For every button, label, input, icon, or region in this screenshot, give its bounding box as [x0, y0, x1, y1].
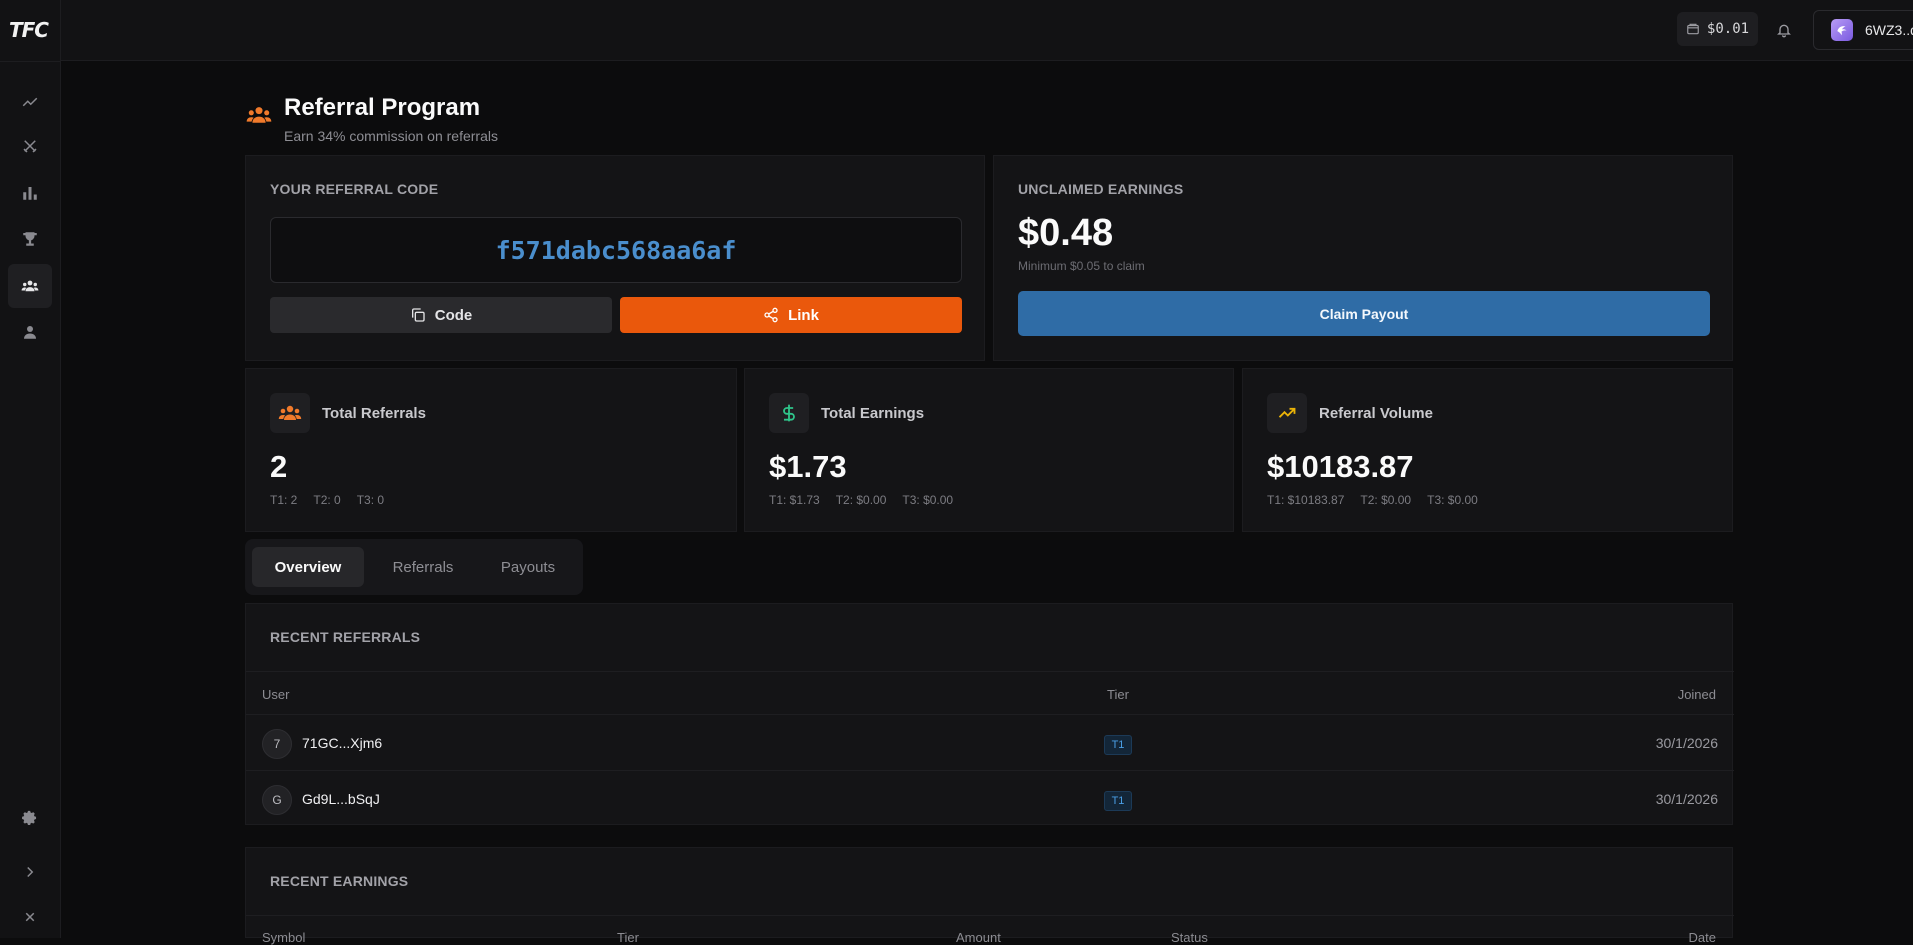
trending-up-icon: [1267, 393, 1307, 433]
stat-card-referral-volume: Referral Volume $10183.87 T1: $10183.87 T…: [1242, 368, 1733, 532]
recent-earnings-card: RECENT EARNINGS Symbol Tier Amount Statu…: [245, 847, 1734, 945]
column-header-tier: Tier: [1107, 687, 1129, 702]
stat-breakdown: T1: $10183.87 T2: $0.00 T3: $0.00: [1267, 493, 1494, 507]
users-icon: [21, 280, 39, 292]
stat-label: Total Earnings: [821, 405, 925, 422]
column-header-joined: Joined: [1677, 687, 1716, 702]
minimum-claim-note: Minimum $0.05 to claim: [1018, 259, 1145, 273]
users-icon: [246, 107, 272, 123]
sidebar-close-button[interactable]: [8, 895, 52, 939]
stat-card-total-earnings: Total Earnings $1.73 T1: $1.73 T2: $0.00 T…: [744, 368, 1234, 532]
column-header-user: User: [262, 687, 290, 702]
page-title: Referral Program: [284, 94, 481, 121]
referral-user: Gd9L...bSqJ: [302, 791, 380, 807]
claim-payout-button[interactable]: Claim Payout: [1018, 291, 1710, 336]
bar-chart-icon: [23, 187, 37, 200]
copy-code-button[interactable]: Code: [270, 297, 612, 333]
divider: [246, 915, 1734, 916]
page-subtitle: Earn 34% commission on referrals: [284, 128, 498, 144]
wallet-button[interactable]: 6WZ3..qVaU: [1813, 10, 1913, 50]
stat-t3: T3: $0.00: [1427, 493, 1478, 507]
notifications-button[interactable]: [1772, 18, 1796, 42]
stat-t2: T2: $0.00: [1360, 493, 1412, 507]
chevron-right-icon: [27, 866, 34, 878]
sidebar-item-markets[interactable]: [8, 80, 52, 124]
stat-t1: T1: $10183.87: [1267, 493, 1345, 507]
stat-t3: T3: $0.00: [902, 493, 954, 507]
unclaimed-earnings-label: UNCLAIMED EARNINGS: [1018, 181, 1184, 197]
referral-code-card: YOUR REFERRAL CODE f571dabc568aa6af Code…: [245, 155, 985, 361]
copy-icon: [411, 308, 425, 322]
recent-earnings-title: RECENT EARNINGS: [270, 873, 409, 889]
stat-label: Referral Volume: [1319, 405, 1433, 422]
stat-t3: T3: 0: [356, 493, 385, 507]
stat-breakdown: T1: $1.73 T2: $0.00 T3: $0.00: [769, 493, 969, 507]
copy-link-label: Link: [788, 306, 819, 324]
stat-t2: T2: 0: [313, 493, 341, 507]
tab-overview[interactable]: Overview: [252, 547, 364, 587]
bell-icon: [1777, 24, 1791, 38]
recent-referrals-card: RECENT REFERRALS User Tier Joined 7 71GC…: [245, 603, 1734, 826]
sidebar-item-battles[interactable]: [8, 124, 52, 168]
referral-user: 71GC...Xjm6: [302, 735, 383, 751]
trophy-icon: [23, 232, 37, 246]
wallet-address: 6WZ3..qVaU: [1865, 22, 1913, 38]
balance-button[interactable]: $0.01: [1677, 12, 1758, 46]
tab-payouts[interactable]: Payouts: [479, 547, 577, 587]
sidebar: TFC: [0, 0, 61, 938]
stat-value: $10183.87: [1267, 449, 1414, 484]
sidebar-item-profile[interactable]: [8, 310, 52, 354]
sidebar-item-leaderboard[interactable]: [8, 217, 52, 261]
sidebar-item-settings[interactable]: [8, 797, 52, 841]
table-row[interactable]: 7 71GC...Xjm6 T1 30/1/2026: [246, 714, 1734, 770]
table-row[interactable]: G Gd9L...bSqJ T1 30/1/2026: [246, 770, 1734, 826]
close-icon: [25, 912, 35, 922]
stat-value: $1.73: [769, 449, 847, 484]
tab-bar: Overview Referrals Payouts: [245, 539, 583, 595]
avatar: 7: [262, 729, 292, 759]
user-icon: [24, 326, 36, 339]
wallet-avatar-icon: [1831, 19, 1853, 41]
users-icon: [270, 393, 310, 433]
joined-date: 30/1/2026: [1655, 735, 1718, 751]
tier-badge: T1: [1104, 791, 1132, 811]
share-icon: [764, 307, 778, 323]
unclaimed-earnings-card: UNCLAIMED EARNINGS $0.48 Minimum $0.05 t…: [993, 155, 1733, 361]
stat-t1: T1: 2: [270, 493, 298, 507]
tab-referrals[interactable]: Referrals: [369, 547, 477, 587]
stat-breakdown: T1: 2 T2: 0 T3: 0: [270, 493, 400, 507]
avatar: G: [262, 785, 292, 815]
wallet-icon: [1687, 23, 1699, 35]
copy-code-label: Code: [434, 306, 473, 324]
sidebar-item-referrals[interactable]: [8, 264, 52, 308]
stat-t2: T2: $0.00: [835, 493, 887, 507]
referral-code-label: YOUR REFERRAL CODE: [270, 181, 439, 197]
copy-link-button[interactable]: Link: [620, 297, 962, 333]
topbar: $0.01 6WZ3..qVaU: [61, 0, 1913, 61]
gear-icon: [22, 810, 37, 825]
app-logo[interactable]: TFC: [9, 18, 49, 42]
sidebar-divider: [0, 61, 61, 62]
dollar-icon: [769, 393, 809, 433]
stat-label: Total Referrals: [322, 405, 426, 422]
sidebar-item-stats[interactable]: [8, 171, 52, 215]
joined-date: 30/1/2026: [1655, 791, 1718, 807]
balance-amount: $0.01: [1706, 21, 1750, 37]
unclaimed-amount: $0.48: [1018, 212, 1114, 254]
referral-code-display[interactable]: f571dabc568aa6af: [270, 217, 962, 283]
tier-badge: T1: [1104, 735, 1132, 755]
stat-value: 2: [270, 449, 288, 484]
stat-card-total-referrals: Total Referrals 2 T1: 2 T2: 0 T3: 0: [245, 368, 737, 532]
chart-line-icon: [22, 97, 38, 107]
recent-referrals-title: RECENT REFERRALS: [270, 629, 421, 645]
stat-t1: T1: $1.73: [769, 493, 820, 507]
swords-icon: [23, 140, 37, 153]
divider: [246, 671, 1734, 672]
sidebar-expand-button[interactable]: [8, 850, 52, 894]
